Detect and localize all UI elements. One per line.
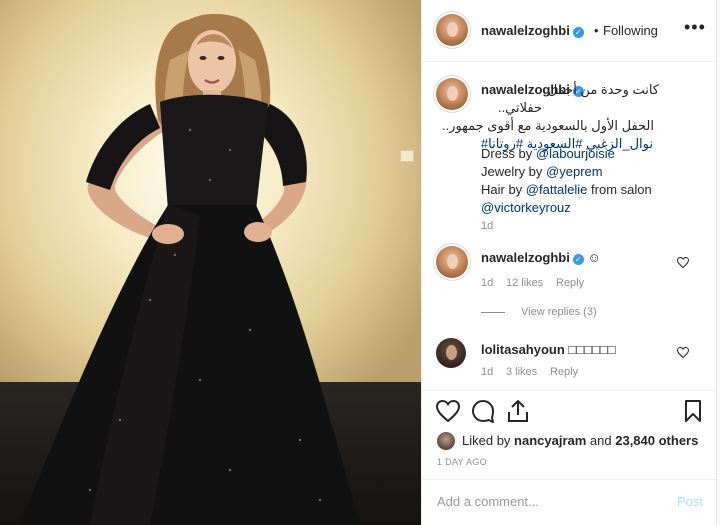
commenter-username[interactable]: nawalelzoghbi	[481, 250, 570, 265]
verified-icon: ✓	[572, 27, 584, 38]
caption-credit-dress: Dress by @labourjoisie	[481, 146, 615, 161]
commenter-avatar[interactable]	[436, 246, 468, 278]
post-comment-button[interactable]: Post	[677, 494, 703, 509]
following-button[interactable]: Following	[603, 23, 658, 38]
salon-handle-link[interactable]: @victorkeyrouz	[481, 200, 571, 215]
caption-credit-hair: Hair by @fattalelie from salon	[481, 182, 652, 197]
scrollbar-track[interactable]	[716, 0, 720, 525]
caption-credit-salon: @victorkeyrouz	[481, 200, 571, 215]
dress-handle-link[interactable]: @labourjoisie	[536, 146, 615, 161]
comment-text: ☺	[587, 250, 601, 265]
caption-credit-jewelry: Jewelry by @yeprem	[481, 164, 603, 179]
more-options-icon[interactable]: •••	[684, 17, 706, 38]
caption-author-avatar[interactable]	[436, 78, 468, 110]
bookmark-icon[interactable]	[684, 399, 702, 423]
comment-body: nawalelzoghbi ✓ ☺	[481, 250, 601, 265]
likes-text[interactable]: Liked by nancyajram and 23,840 others	[462, 433, 698, 448]
comment-time[interactable]: 1d	[481, 277, 493, 289]
heart-outline-icon[interactable]	[677, 257, 689, 268]
likes-count[interactable]: 23,840 others	[615, 433, 698, 448]
post-header: nawalelzoghbi ✓ • Following •••	[422, 0, 717, 62]
heart-outline-icon[interactable]	[677, 347, 689, 358]
comment-time[interactable]: 1d	[481, 366, 493, 378]
hair-handle-link[interactable]: @fattalelie	[526, 182, 588, 197]
comment-likes[interactable]: 12 likes	[506, 277, 543, 289]
commenter-username[interactable]: lolitasahyoun	[481, 342, 565, 357]
verified-icon: ✓	[572, 254, 584, 265]
caption-time[interactable]: 1d	[481, 220, 493, 232]
caption-text-line: حفلاتي..	[497, 100, 542, 115]
jewelry-handle-link[interactable]: @yeprem	[546, 164, 603, 179]
comment-reply-button[interactable]: Reply	[556, 277, 584, 289]
comment-input[interactable]: Add a comment...	[437, 494, 539, 509]
add-comment-bar: Add a comment... Post	[422, 479, 717, 525]
comment-body: lolitasahyoun □□□□□□	[481, 342, 616, 357]
commenter-avatar[interactable]	[436, 338, 466, 368]
post-side-panel: nawalelzoghbi ✓ • Following ••• nawalelzo…	[421, 0, 717, 525]
comment-reply-button[interactable]: Reply	[550, 366, 578, 378]
post-timestamp[interactable]: 1 DAY AGO	[437, 457, 487, 467]
liker-username[interactable]: nancyajram	[514, 433, 586, 448]
comment-icon[interactable]	[471, 399, 495, 423]
liker-avatar[interactable]	[437, 432, 455, 450]
heart-icon[interactable]	[436, 400, 460, 422]
author-avatar[interactable]	[436, 14, 468, 46]
photo-figure	[20, 13, 360, 525]
comment-likes[interactable]: 3 likes	[506, 366, 537, 378]
view-replies-button[interactable]: View replies (3)	[481, 306, 597, 318]
caption-text-line: كانت وحدة من أجمل	[547, 82, 659, 97]
separator-dot: •	[594, 23, 599, 38]
share-icon[interactable]	[507, 399, 529, 423]
author-username[interactable]: nawalelzoghbi ✓	[481, 23, 584, 38]
comment-text: □□□□□□	[568, 342, 616, 357]
caption-text-line: الحفل الأول بالسعودية مع أقوى جمهور..	[441, 118, 654, 133]
post-actions-bar	[422, 390, 717, 430]
post-photo[interactable]	[0, 0, 421, 525]
